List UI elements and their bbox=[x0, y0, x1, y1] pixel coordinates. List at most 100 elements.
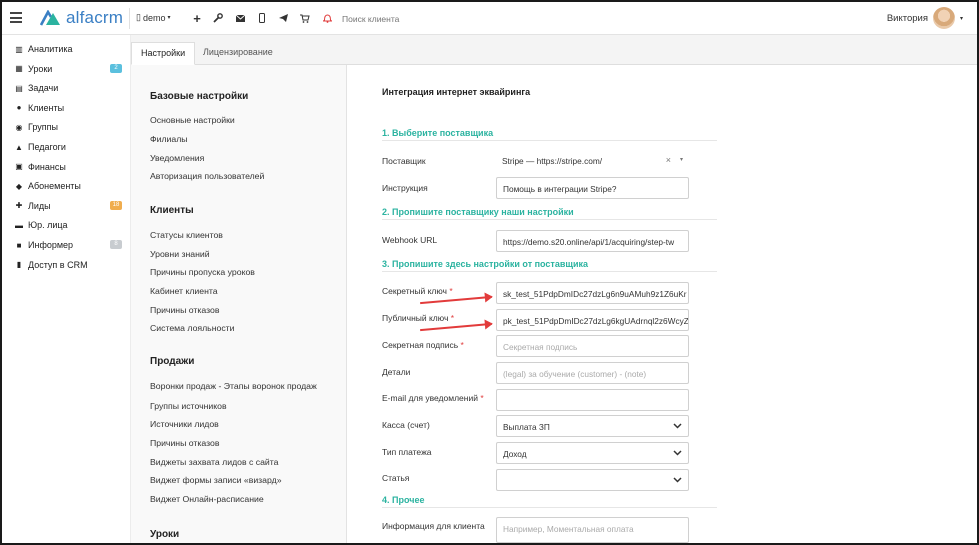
settings-menu-item[interactable]: Причины отказов bbox=[150, 438, 219, 448]
settings-menu-item[interactable]: Виджет формы записи «визард» bbox=[150, 475, 282, 485]
payment-type-select[interactable]: Доход bbox=[496, 442, 689, 464]
settings-menu: Базовые настройки Основные настройки Филиа… bbox=[131, 65, 347, 543]
menu-icon[interactable] bbox=[10, 12, 22, 23]
page-title: Интеграция интернет эквайринга bbox=[382, 87, 531, 97]
count-badge: 18 bbox=[110, 200, 122, 210]
sidebar-item[interactable]: ▦ Уроки 2 bbox=[14, 63, 124, 74]
plus-icon[interactable]: + bbox=[190, 11, 204, 26]
settings-menu-item[interactable]: Филиалы bbox=[150, 134, 188, 144]
secret-sign-placeholder: Секретная подпись bbox=[503, 342, 578, 352]
logo-text: alfacrm bbox=[66, 8, 124, 27]
instruction-label: Инструкция bbox=[382, 183, 428, 193]
settings-group-title: Клиенты bbox=[150, 205, 194, 216]
required-mark: * bbox=[460, 340, 464, 350]
client-info-placeholder: Например, Моментальная оплата bbox=[503, 524, 634, 534]
sidebar-item-label: Педагоги bbox=[28, 142, 66, 152]
red-arrow bbox=[420, 322, 492, 332]
public-key-label: Публичный ключ * bbox=[382, 313, 454, 323]
tasks-icon: ▤ bbox=[15, 83, 23, 93]
provider-label: Поставщик bbox=[382, 156, 426, 166]
webhook-url-value: https://demo.s20.online/api/1/acquiring/… bbox=[503, 237, 675, 247]
payment-type-label: Тип платежа bbox=[382, 447, 432, 457]
settings-menu-item[interactable]: Система лояльности bbox=[150, 323, 235, 333]
sidebar-item-label: Задачи bbox=[28, 83, 59, 94]
sidebar-item[interactable]: ▤ Задачи bbox=[14, 83, 124, 93]
article-select[interactable] bbox=[496, 469, 689, 491]
public-key-label-text: Публичный ключ bbox=[382, 313, 449, 323]
secret-key-field[interactable]: sk_test_51PdpDmIDc27dzLg6n9uAMuh9z1Z6uKr bbox=[496, 282, 689, 304]
settings-menu-item[interactable]: Виджеты захвата лидов с сайта bbox=[150, 457, 279, 467]
tab-licensing[interactable]: Лицензирование bbox=[194, 42, 282, 65]
sidebar-item[interactable]: ✚ Лиды 18 bbox=[14, 200, 124, 211]
details-field[interactable]: (legal) за обучение (customer) - (note) bbox=[496, 362, 689, 384]
settings-menu-item[interactable]: Группы источников bbox=[150, 401, 227, 411]
sidebar-item[interactable]: ▬ Юр. лица bbox=[14, 220, 124, 230]
sidebar-item[interactable]: ◆ Абонементы bbox=[14, 181, 124, 191]
branch-selector[interactable]: ▯ demo ▾ bbox=[136, 12, 170, 23]
briefcase-icon: ▬ bbox=[15, 220, 23, 230]
building-icon: ▯ bbox=[136, 12, 141, 22]
email-label: E-mail для уведомлений * bbox=[382, 393, 484, 403]
sidebar-item[interactable]: ▥ Аналитика bbox=[14, 44, 124, 54]
logo[interactable]: alfacrm bbox=[40, 8, 124, 27]
secret-sign-field[interactable]: Секретная подпись bbox=[496, 335, 689, 357]
tag-icon: ◆ bbox=[15, 181, 23, 191]
chevron-down-icon bbox=[673, 421, 682, 431]
sidebar-item-label: Финансы bbox=[28, 161, 66, 172]
caret-down-icon: ▾ bbox=[959, 15, 963, 22]
required-mark: * bbox=[480, 393, 484, 403]
public-key-field[interactable]: pk_test_51PdpDmIDc27dzLg6kgUAdrnql2z6Wcy… bbox=[496, 309, 689, 331]
email-label-text: E-mail для уведомлений bbox=[382, 393, 478, 403]
monitor-icon: ■ bbox=[16, 240, 22, 250]
graduation-cap-icon: ▲ bbox=[15, 142, 23, 152]
sidebar-item[interactable]: ◉ Группы bbox=[14, 122, 124, 132]
cashbox-label: Касса (счет) bbox=[382, 420, 430, 430]
cashbox-select[interactable]: Выплата ЗП bbox=[496, 415, 689, 437]
sidebar-item-label: Юр. лица bbox=[28, 220, 68, 231]
settings-group-title: Продажи bbox=[150, 356, 195, 367]
client-info-label: Информация для клиента bbox=[382, 521, 485, 531]
sidebar-item[interactable]: ■ Информер 8 bbox=[14, 240, 124, 250]
settings-menu-item[interactable]: Причины пропуска уроков bbox=[150, 267, 255, 277]
email-field[interactable] bbox=[496, 389, 689, 411]
telegram-icon[interactable] bbox=[276, 11, 290, 25]
clear-icon[interactable]: × bbox=[666, 155, 671, 165]
search-input[interactable] bbox=[342, 12, 542, 26]
settings-menu-item[interactable]: Кабинет клиента bbox=[150, 286, 218, 296]
webhook-url-field[interactable]: https://demo.s20.online/api/1/acquiring/… bbox=[496, 230, 689, 252]
cart-icon[interactable] bbox=[298, 11, 312, 25]
acquiring-settings-panel: Интеграция интернет эквайринга 1. Выбери… bbox=[347, 65, 977, 543]
money-icon: ▣ bbox=[15, 162, 23, 172]
instruction-field[interactable]: Помощь в интеграции Stripe? bbox=[496, 177, 689, 199]
secret-key-label-text: Секретный ключ bbox=[382, 286, 447, 296]
tab-settings[interactable]: Настройки bbox=[131, 42, 196, 65]
mobile-icon[interactable] bbox=[255, 11, 269, 25]
client-info-textarea[interactable]: Например, Моментальная оплата bbox=[496, 517, 689, 543]
divider bbox=[129, 8, 130, 29]
sidebar-item-label: Группы bbox=[28, 122, 58, 133]
settings-menu-item[interactable]: Основные настройки bbox=[150, 115, 235, 125]
sidebar-item[interactable]: ▣ Финансы bbox=[14, 162, 124, 172]
user-menu[interactable]: Виктория ▾ bbox=[887, 7, 963, 29]
chevron-down-icon bbox=[673, 448, 682, 458]
required-mark: * bbox=[449, 286, 453, 296]
envelope-icon[interactable] bbox=[233, 11, 247, 25]
sidebar-item[interactable]: ▮ Доступ в CRM bbox=[14, 260, 124, 270]
settings-menu-item[interactable]: Авторизация пользователей bbox=[150, 171, 264, 181]
sidebar: ▥ Аналитика ▦ Уроки 2 ▤ Задачи ● Клиенты ◉ Группы ▲… bbox=[2, 35, 131, 543]
bell-icon[interactable] bbox=[320, 11, 334, 25]
lock-icon: ▮ bbox=[16, 260, 22, 270]
settings-menu-item[interactable]: Виджет Онлайн-расписание bbox=[150, 494, 264, 504]
settings-menu-item[interactable]: Причины отказов bbox=[150, 305, 219, 315]
settings-menu-item[interactable]: Статусы клиентов bbox=[150, 230, 223, 240]
settings-menu-item[interactable]: Воронки продаж - Этапы воронок продаж bbox=[150, 381, 317, 391]
tab-bar: Настройки Лицензирование bbox=[131, 35, 977, 65]
wrench-icon[interactable] bbox=[211, 11, 225, 25]
provider-select[interactable]: Stripe — https://stripe.com/ × ▾ bbox=[496, 150, 689, 172]
settings-menu-item[interactable]: Уведомления bbox=[150, 153, 204, 163]
details-placeholder: (legal) за обучение (customer) - (note) bbox=[503, 369, 647, 379]
settings-menu-item[interactable]: Уровни знаний bbox=[150, 249, 210, 259]
sidebar-item[interactable]: ▲ Педагоги bbox=[14, 142, 124, 152]
settings-menu-item[interactable]: Источники лидов bbox=[150, 419, 219, 429]
sidebar-item[interactable]: ● Клиенты bbox=[14, 103, 124, 113]
